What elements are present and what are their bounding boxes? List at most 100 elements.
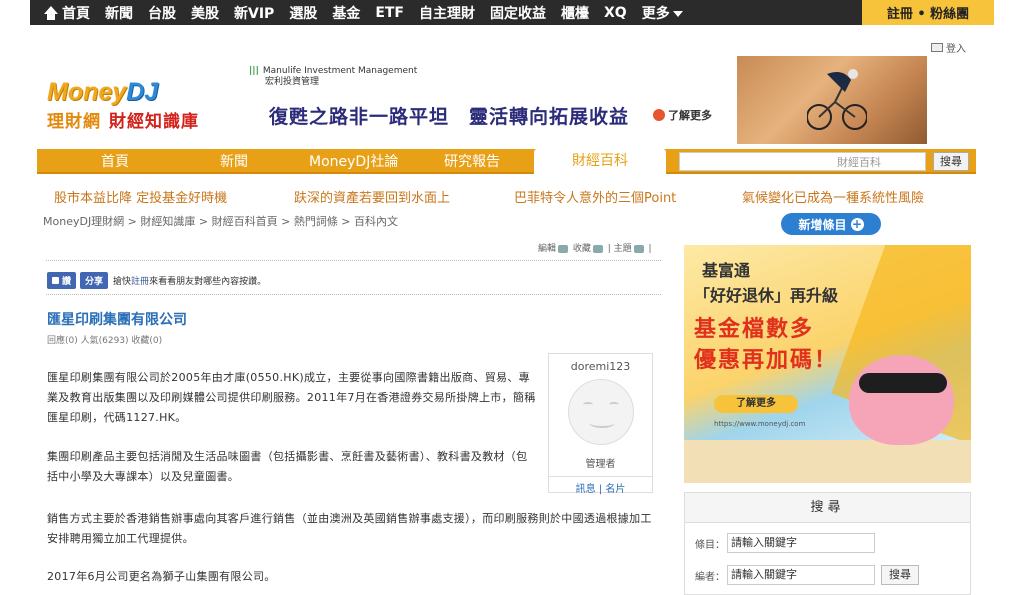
new-entry-button[interactable]: 新增條目 + [781,213,881,235]
mainnav-research[interactable]: 研究報告 [444,151,500,171]
social-prefix: 搶快 [113,277,132,287]
home-icon[interactable] [44,5,58,20]
ad-cyclist-image [737,56,927,144]
tag-link[interactable]: 主題 [614,244,632,254]
topnav-stock-picker[interactable]: 選股 [289,3,317,23]
main-nav: 首頁 新聞 MoneyDJ社論 研究報告 財經百科 財經百科 搜尋 [37,149,976,174]
article-paragraph-3: 銷售方式主要於香港銷售辦事處向其客戶進行銷售（並由澳洲及英國銷售辦事處支援），而… [47,512,652,545]
topnav-vip[interactable]: 新VIP [234,3,274,23]
search-panel-title: 搜尋 [685,493,970,523]
logo-sub2: 財經知識庫 [109,112,199,132]
entry-search-row: 條目： 請輸入關鍵字 [695,533,875,553]
ad-more-link[interactable]: 了解更多 [653,107,712,123]
topnav-xq[interactable]: XQ [604,5,627,21]
article-paragraph-4: 2017年6月公司更名為獅子山集團有限公司。 [47,570,276,583]
divider [46,294,661,295]
author-label: 編者： [695,571,725,583]
register-fanpage-button[interactable]: 註冊 • 粉絲團 [862,0,994,25]
avatar[interactable] [567,379,634,445]
search-panel: 搜尋 條目： 請輸入關鍵字 編者： 請輸入關鍵字 搜尋 [684,492,971,595]
login-icon [931,43,943,52]
piggy-bank-image [849,355,954,445]
ad-sand [684,440,971,483]
author-links[interactable]: 訊息 | 名片 [549,476,652,495]
avatar-eye [582,402,593,407]
caret-down-icon [672,10,683,17]
side-ad-url: https://www.moneydj.com [714,420,806,428]
social-register-link[interactable]: 註冊 [131,274,149,287]
header-search-input[interactable] [679,152,926,171]
entry-label: 條目： [695,539,725,551]
avatar-mouth [588,418,615,428]
author-role: 管理者 [585,459,616,470]
topnav-otc[interactable]: 櫃檯 [561,3,589,23]
site-logo[interactable]: MoneyDJ 理財網 財經知識庫 [47,78,247,132]
sunglasses-image [859,373,947,393]
hotlink-3[interactable]: 巴菲特令人意外的三個Point [514,187,676,206]
mainnav-home[interactable]: 首頁 [101,151,129,171]
mainnav-editorial[interactable]: MoneyDJ社論 [309,151,398,171]
author-search-input[interactable]: 請輸入關鍵字 [727,565,875,585]
breadcrumb[interactable]: MoneyDJ理財網 > 財經知識庫 > 財經百科首頁 > 熱門詞條 > 百科內… [43,213,398,229]
article-toolbar: 編輯 收藏 | 主題 | [538,244,652,254]
header: MoneyDJ 理財網 財經知識庫 ||| Manulife Investment … [37,52,976,148]
article-paragraph-1: 匯星印刷集團有限公司於2005年由才庫(0550.HK)成立，主要從事向國際書籍… [47,371,536,424]
author-search-row: 編者： 請輸入關鍵字 [695,565,875,585]
search-panel-button[interactable]: 搜尋 [881,565,919,585]
topnav-etf[interactable]: ETF [375,5,404,21]
mainnav-encyclopedia[interactable]: 財經百科 [534,149,666,174]
ad-brand-line1: Manulife Investment Management [262,66,418,76]
side-ad[interactable]: 基富通 「好好退休」再升級 基金檔數多 優惠再加碼！ 了解更多 https://… [684,245,971,483]
author-name[interactable]: doremi123 [549,360,652,373]
divider [46,260,661,261]
topnav-more[interactable]: 更多 [642,3,683,23]
topnav-fixed-income[interactable]: 固定收益 [490,3,546,23]
ad-banner[interactable]: ||| Manulife Investment Management 宏利投資管理… [237,56,937,144]
header-search-category[interactable]: 財經百科 [837,154,881,170]
article-paragraph-2: 集團印刷產品主要包括消閒及生活品味圖書（包括攝影書、烹飪書及藝術書）、教科書及教… [47,450,528,483]
plus-icon: + [850,216,864,231]
side-ad-line2: 「好好退休」再升級 [694,286,839,305]
topnav-news[interactable]: 新聞 [105,3,133,23]
edit-link[interactable]: 編輯 [538,244,556,254]
logo-brand-dj: DJ [126,78,159,106]
avatar-eye [608,402,619,407]
header-search-button[interactable]: 搜尋 [933,152,969,171]
mainnav-news[interactable]: 新聞 [220,151,248,171]
article-meta: 回應(0) 人氣(6293) 收藏(0) [47,336,163,346]
topnav-home[interactable]: 首頁 [62,3,90,23]
new-entry-label: 新增條目 [798,217,847,232]
top-nav: 首頁 新聞 台股 美股 新VIP 選股 基金 ETF 自主理財 固定收益 櫃檯 … [30,0,994,25]
author-card: doremi123 管理者 訊息 | 名片 [548,353,653,495]
article-title: 匯星印刷集團有限公司 [47,312,187,328]
logo-sub1: 理財網 [47,112,101,132]
side-ad-line3: 基金檔數多 [694,317,815,342]
side-ad-more-button[interactable]: 了解更多 [714,395,798,413]
side-ad-line4: 優惠再加碼！ [694,348,839,373]
thumbs-up-icon [52,277,59,284]
ad-brand-line2: 宏利投資管理 [265,77,320,87]
hotlink-2[interactable]: 趺深的資產若要回到水面上 [294,187,450,206]
side-ad-line1: 基富通 [702,261,751,280]
favorite-icon [592,244,603,253]
edit-icon [558,244,569,253]
topnav-tw-stock[interactable]: 台股 [148,3,176,23]
cyclist-figure [807,69,867,130]
fb-share-button[interactable]: 分享 [80,272,109,289]
logo-brand-main: Money [47,78,127,106]
topnav-self-finance[interactable]: 自主理財 [419,3,475,23]
manulife-logo-icon: ||| [249,66,259,76]
topnav-funds[interactable]: 基金 [332,3,360,23]
tag-icon [633,244,644,253]
ad-brand: ||| Manulife Investment Management 宏利投資管理 [249,66,417,88]
hotlink-4[interactable]: 氣候變化已成為一種系統性風險 [742,187,924,206]
entry-search-input[interactable]: 請輸入關鍵字 [727,533,875,553]
topnav-us-stock[interactable]: 美股 [191,3,219,23]
fb-like-label: 讚 [62,277,72,287]
social-suffix: 來看看朋友對哪些內容按讚。 [149,277,267,287]
social-row: 讚 分享 搶快 註冊 來看看朋友對哪些內容按讚。 [47,272,266,289]
hotlink-1[interactable]: 股市本益比降 定投基金好時機 [54,187,227,206]
arrow-circle-icon [653,109,665,121]
fb-like-button[interactable]: 讚 [47,272,77,289]
favorite-link[interactable]: 收藏 [573,244,591,254]
